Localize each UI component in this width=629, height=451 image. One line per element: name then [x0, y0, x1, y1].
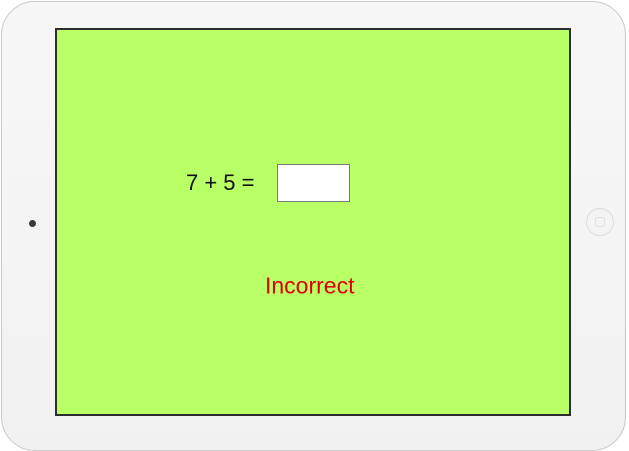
camera-dot-icon	[29, 220, 36, 227]
equation-label: 7 + 5 =	[186, 170, 255, 195]
home-button-icon	[595, 217, 605, 227]
feedback-text: Incorrect	[265, 272, 355, 299]
answer-input[interactable]	[277, 164, 350, 202]
home-button[interactable]	[586, 208, 614, 236]
app-screen	[55, 28, 571, 416]
